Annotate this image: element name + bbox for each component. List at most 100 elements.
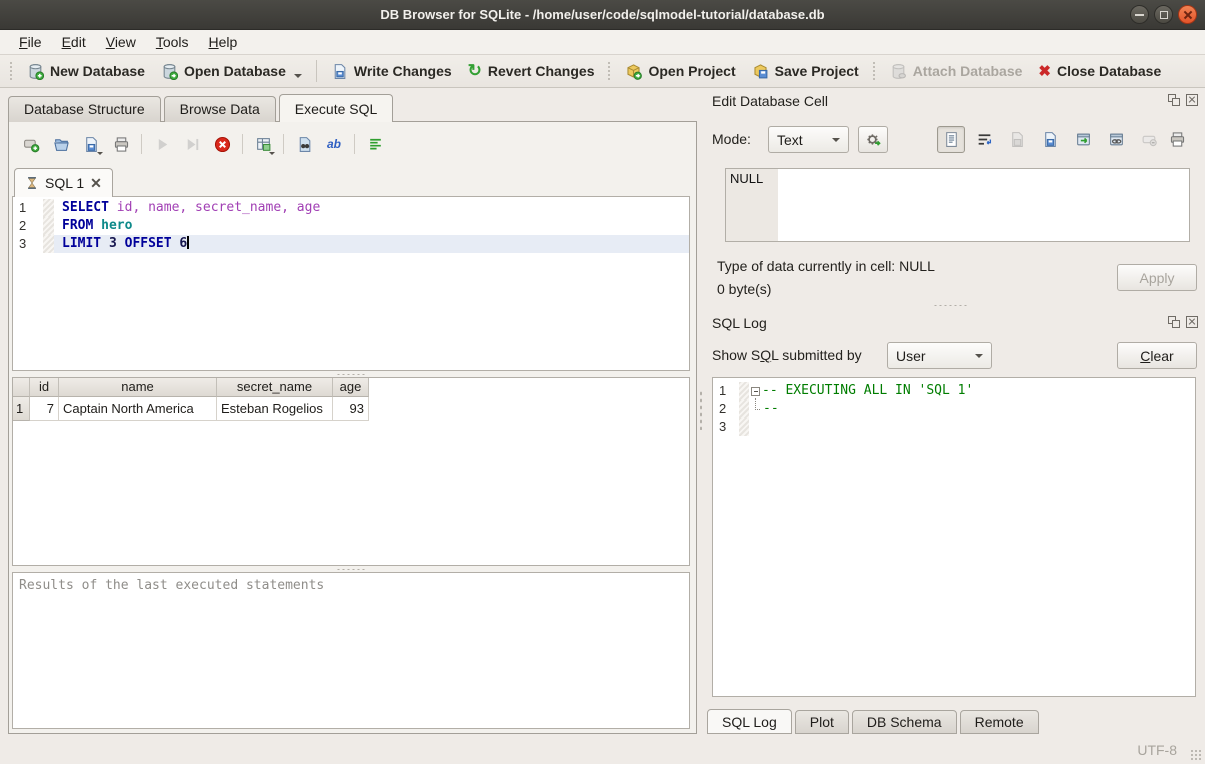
menubar: File Edit View Tools Help [0, 30, 1205, 55]
stop-icon[interactable] [209, 131, 235, 157]
sql-1-tab[interactable]: SQL 1 ✕ [14, 168, 113, 197]
tab-browse-data[interactable]: Browse Data [164, 96, 276, 122]
resize-grip[interactable] [1190, 749, 1202, 761]
auto-apply-button[interactable] [858, 126, 888, 153]
write-changes-icon [331, 63, 348, 80]
column-header-id[interactable]: id [30, 378, 59, 397]
log-line: 3 [713, 418, 1195, 436]
editor-fold-margin [43, 235, 54, 253]
cell-secret-name[interactable]: Esteban Rogelios [217, 397, 333, 421]
export-data-icon[interactable] [1036, 126, 1064, 153]
cell-id[interactable]: 7 [30, 397, 59, 421]
cell-name[interactable]: Captain North America [59, 397, 217, 421]
encoding-indicator[interactable]: UTF-8 [1137, 742, 1177, 758]
sql-editor[interactable]: 1 SELECT id, name, secret_name, age 2 FR… [12, 196, 690, 371]
close-database-icon: ✖ [1038, 62, 1051, 80]
cell-editor-content: NULL [726, 169, 778, 241]
statusbar: UTF-8 [0, 735, 1205, 764]
toolbar-drag-handle[interactable] [872, 61, 877, 81]
chevron-down-icon [975, 354, 983, 358]
edit-cell-dock-title: Edit Database Cell [712, 93, 828, 109]
tab-db-schema[interactable]: DB Schema [852, 710, 957, 734]
open-database-dropdown-icon[interactable] [294, 74, 302, 78]
menu-help[interactable]: Help [200, 32, 247, 52]
sql-source-select[interactable]: User [887, 342, 992, 369]
open-in-external-icon[interactable] [1069, 126, 1097, 153]
open-url-icon[interactable] [1102, 126, 1130, 153]
fold-line [755, 398, 760, 410]
print-cell-icon[interactable] [1163, 126, 1191, 153]
float-dock-icon[interactable] [1168, 94, 1180, 106]
revert-changes-icon: ↻ [468, 64, 482, 78]
text-mode-icon[interactable] [937, 126, 965, 153]
tab-remote[interactable]: Remote [960, 710, 1039, 734]
line-number: 2 [713, 400, 739, 418]
column-header-secret-name[interactable]: secret_name [217, 378, 333, 397]
close-sql-tab-icon[interactable]: ✕ [90, 175, 102, 192]
maximize-icon[interactable] [1154, 5, 1173, 24]
find-in-sql-icon[interactable] [291, 131, 317, 157]
print-icon[interactable] [108, 131, 134, 157]
new-sql-tab-icon[interactable] [18, 131, 44, 157]
open-project-button[interactable]: Open Project [617, 59, 743, 84]
log-fold-margin [739, 400, 749, 418]
fold-collapse-icon[interactable] [751, 387, 760, 396]
execute-sql-page: ab SQL 1 ✕ 1 SELECT id, name, secret_nam… [8, 121, 697, 734]
line-number: 3 [713, 418, 739, 436]
tab-plot[interactable]: Plot [795, 710, 849, 734]
open-sql-file-icon[interactable] [48, 131, 74, 157]
cell-editor[interactable]: NULL [725, 168, 1190, 242]
vertical-splitter-handle[interactable] [699, 390, 703, 430]
mode-select[interactable]: Text [768, 126, 849, 153]
editor-fold-margin [43, 217, 54, 235]
toolbar-drag-handle[interactable] [9, 61, 14, 81]
column-header-age[interactable]: age [333, 378, 369, 397]
cell-size-info: 0 byte(s) [717, 281, 771, 297]
menu-file[interactable]: File [10, 32, 51, 52]
format-sql-icon[interactable] [362, 131, 388, 157]
line-number: 3 [13, 235, 43, 253]
tab-execute-sql[interactable]: Execute SQL [279, 94, 394, 122]
tab-database-structure[interactable]: Database Structure [8, 96, 161, 122]
save-sql-file-icon[interactable] [78, 131, 104, 157]
save-project-icon [752, 63, 769, 80]
open-database-button[interactable]: Open Database [153, 59, 310, 84]
toolbar-drag-handle[interactable] [607, 61, 612, 81]
write-changes-button[interactable]: Write Changes [323, 59, 460, 84]
dock-splitter-handle[interactable] [933, 304, 969, 308]
menu-edit[interactable]: Edit [53, 32, 95, 52]
menu-tools[interactable]: Tools [147, 32, 198, 52]
autocomplete-icon[interactable]: ab [321, 131, 347, 157]
word-wrap-icon[interactable] [970, 126, 998, 153]
log-line: 2 -- [713, 400, 1195, 418]
sql-log-view[interactable]: 1 -- EXECUTING ALL IN 'SQL 1' 2 -- 3 [712, 377, 1196, 697]
revert-changes-button[interactable]: ↻ Revert Changes [460, 59, 603, 83]
row-number-cell[interactable]: 1 [13, 397, 30, 421]
sql-tab-row: SQL 1 ✕ [14, 168, 690, 196]
editor-fold-margin [43, 199, 54, 217]
titlebar[interactable]: DB Browser for SQLite - /home/user/code/… [0, 0, 1205, 30]
close-database-button[interactable]: ✖ Close Database [1030, 58, 1169, 84]
close-icon[interactable] [1178, 5, 1197, 24]
clear-button[interactable]: Clear [1117, 342, 1197, 369]
menu-view[interactable]: View [97, 32, 145, 52]
text-cursor [187, 236, 189, 249]
column-header-name[interactable]: name [59, 378, 217, 397]
new-database-icon [27, 63, 44, 80]
minimize-icon[interactable] [1130, 5, 1149, 24]
save-project-button[interactable]: Save Project [744, 59, 867, 84]
corner-header-cell [13, 378, 30, 397]
results-header-row: id name secret_name age [13, 378, 689, 397]
results-grid[interactable]: id name secret_name age 1 7 Captain Nort… [12, 377, 690, 566]
export-results-icon[interactable] [250, 131, 276, 157]
tab-sql-log[interactable]: SQL Log [707, 709, 792, 734]
main-tab-bar: Database Structure Browse Data Execute S… [8, 94, 396, 122]
cell-age[interactable]: 93 [333, 397, 369, 421]
sql-tab-label: SQL 1 [45, 175, 84, 191]
close-dock-icon[interactable] [1186, 316, 1198, 328]
new-database-button[interactable]: New Database [19, 59, 153, 84]
gear-icon [865, 131, 882, 148]
close-dock-icon[interactable] [1186, 94, 1198, 106]
float-dock-icon[interactable] [1168, 316, 1180, 328]
open-project-icon [625, 63, 642, 80]
